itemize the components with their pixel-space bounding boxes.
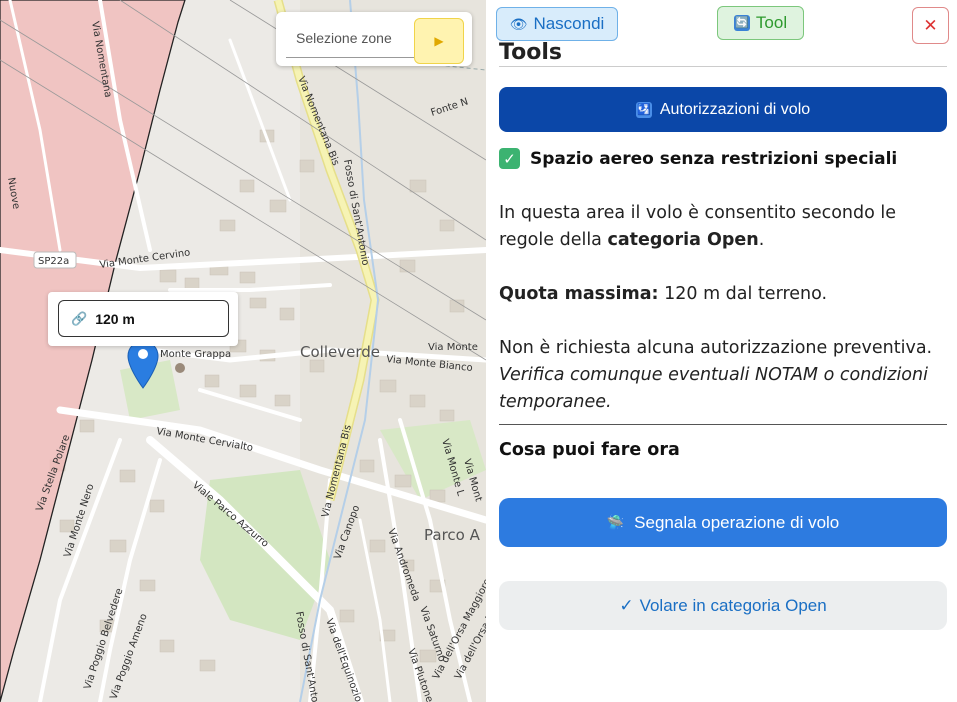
checkmark-icon: ✓ (619, 595, 634, 615)
max-altitude-value: 120 m dal terreno. (658, 284, 828, 304)
link-icon: 🔗 (71, 310, 88, 326)
info-text: . (758, 230, 765, 250)
road-shield-label: SP22a (38, 256, 69, 267)
airspace-status-text: Spazio aereo senza restrizioni speciali (530, 148, 898, 169)
authorization-text: Non è richiesta alcuna autorizzazione pr… (499, 338, 933, 358)
refresh-icon: 🔄 (733, 15, 750, 31)
map-view[interactable]: Via Nomentana Via Nomentana Bis Fosso di… (0, 0, 486, 702)
zone-select-placeholder: Selezione zone (296, 30, 392, 46)
report-flight-label: Segnala operazione di volo (634, 512, 840, 532)
poi-icon (175, 363, 185, 373)
open-category-label: Volare in categoria Open (639, 595, 827, 615)
info-bold: categoria Open (607, 230, 759, 250)
max-altitude-label: Quota massima: (499, 284, 659, 304)
flight-authorizations-button[interactable]: 🛂 Autorizzazioni di volo (499, 87, 947, 132)
street-label: Via Monte (428, 342, 478, 353)
street-label: Monte Grappa (160, 349, 231, 360)
notam-note: Verifica comunque eventuali NOTAM o cond… (499, 365, 928, 412)
open-category-button[interactable]: ✓ Volare in categoria Open (499, 581, 947, 630)
max-altitude-paragraph: Quota massima: 120 m dal terreno. (499, 281, 944, 308)
drone-icon: 🛸 (606, 514, 625, 530)
altitude-popup: 🔗 120 m (48, 292, 238, 346)
authorization-paragraph: Non è richiesta alcuna autorizzazione pr… (499, 335, 944, 416)
check-icon: ✓ (499, 148, 520, 169)
altitude-value: 120 m (95, 310, 135, 327)
flight-authorizations-label: Autorizzazioni di volo (659, 100, 811, 118)
divider (499, 66, 947, 67)
close-button[interactable]: ✕ (912, 7, 949, 44)
zone-select[interactable]: Selezione zone ▶ (276, 12, 472, 66)
altitude-chip[interactable]: 🔗 120 m (58, 300, 229, 337)
place-label: Colleverde (300, 343, 380, 361)
tool-button-label: Tool (755, 13, 788, 32)
divider (499, 424, 947, 425)
flight-icon: 🛂 (635, 101, 652, 118)
close-icon: ✕ (923, 15, 938, 35)
hide-button[interactable]: 👁 Nascondi (496, 7, 618, 41)
panel-title: Tools (499, 40, 562, 65)
place-label: Parco A (424, 526, 481, 544)
info-paragraph: In questa area il volo è consentito seco… (499, 200, 944, 254)
tool-button[interactable]: 🔄 Tool (717, 6, 804, 40)
play-icon[interactable]: ▶ (414, 18, 464, 64)
tools-panel: 👁 Nascondi 🔄 Tool ✕ Tools 🛂 Autorizzazio… (486, 0, 957, 702)
hide-button-label: Nascondi (533, 14, 605, 33)
eye-icon: 👁 (509, 15, 528, 32)
map-canvas[interactable]: Via Nomentana Via Nomentana Bis Fosso di… (0, 0, 486, 702)
airspace-status: ✓ Spazio aereo senza restrizioni special… (499, 148, 897, 169)
section-title: Cosa puoi fare ora (499, 440, 680, 460)
report-flight-button[interactable]: 🛸 Segnala operazione di volo (499, 498, 947, 547)
